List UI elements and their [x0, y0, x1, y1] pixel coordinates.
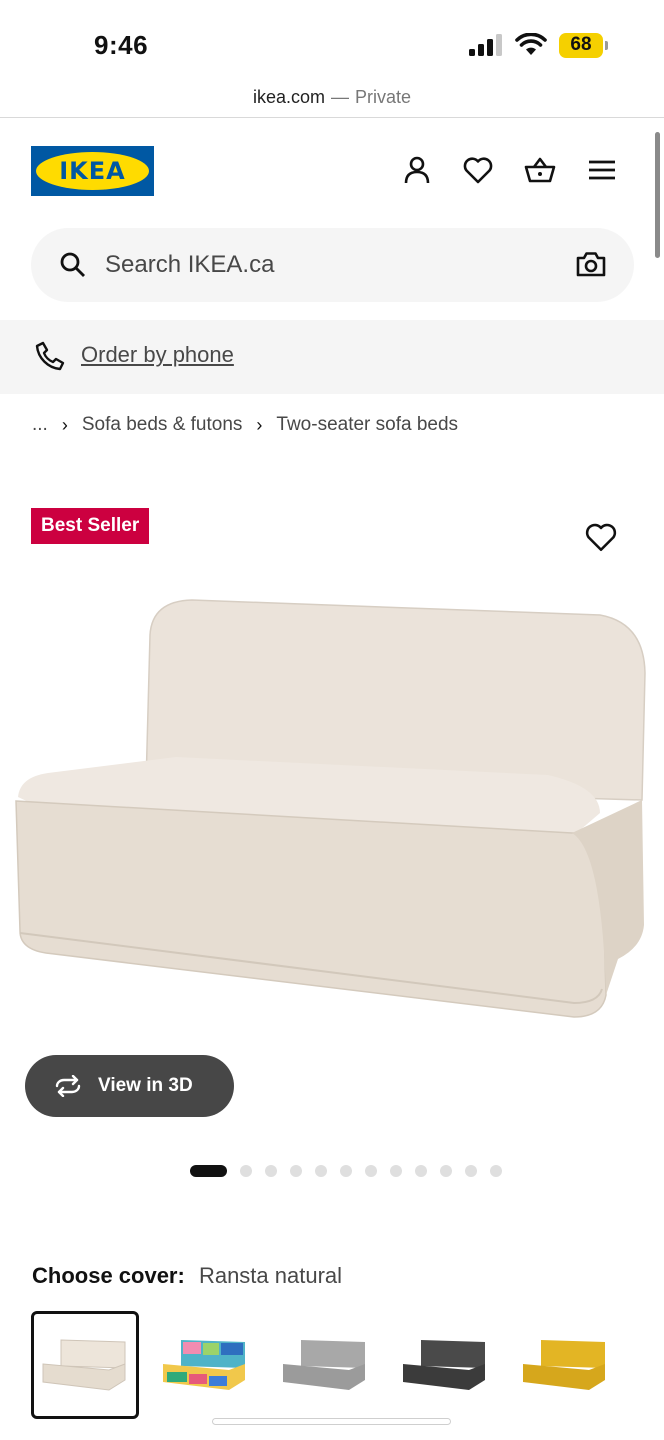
cover-selector-heading: Choose cover: Ransta natural	[32, 1263, 342, 1289]
breadcrumb-two-seater[interactable]: Two-seater sofa beds	[276, 414, 458, 436]
carousel-dot[interactable]	[290, 1165, 302, 1177]
logo-oval: IKEA	[36, 152, 149, 190]
cover-swatches	[31, 1311, 619, 1419]
carousel-dot[interactable]	[390, 1165, 402, 1177]
cover-swatch-multicolour[interactable]	[151, 1311, 259, 1419]
scrollbar[interactable]	[655, 132, 660, 258]
battery-level: 68	[559, 32, 603, 58]
order-by-phone-banner: Order by phone	[0, 320, 664, 394]
product-image[interactable]	[0, 575, 664, 1045]
view-in-3d-button[interactable]: View in 3D	[25, 1055, 234, 1117]
signal-icon	[469, 34, 502, 56]
image-carousel-dots[interactable]	[190, 1165, 502, 1177]
carousel-dot[interactable]	[490, 1165, 502, 1177]
status-bar: 9:46 68	[0, 0, 664, 78]
favourite-heart-icon[interactable]	[584, 521, 618, 553]
basket-icon[interactable]	[522, 152, 558, 188]
search-bar[interactable]	[31, 228, 634, 302]
cover-swatch-grey[interactable]	[271, 1311, 379, 1419]
sofa-thumbnail	[163, 1340, 245, 1390]
best-seller-badge: Best Seller	[31, 508, 150, 544]
battery-tip	[605, 40, 608, 50]
carousel-dot[interactable]	[315, 1165, 327, 1177]
heart-icon[interactable]	[460, 152, 496, 188]
camera-search-icon[interactable]	[576, 250, 606, 278]
search-input[interactable]	[105, 244, 545, 286]
sofa-thumbnail	[523, 1340, 605, 1390]
home-indicator[interactable]	[212, 1418, 451, 1425]
url-domain: ikea.com	[252, 87, 325, 107]
cover-swatch-ransta-natural[interactable]	[31, 1311, 139, 1419]
cover-swatch-dark-grey[interactable]	[391, 1311, 499, 1419]
carousel-dot[interactable]	[340, 1165, 352, 1177]
sofa-thumbnail	[42, 1339, 126, 1391]
carousel-dot[interactable]	[190, 1165, 227, 1177]
status-icons: 68	[469, 30, 608, 60]
logo-text: IKEA	[59, 157, 126, 185]
chevron-right-icon: ›	[256, 414, 263, 435]
battery-indicator: 68	[559, 32, 608, 58]
account-icon[interactable]	[399, 152, 435, 188]
sofa-thumbnail	[283, 1340, 365, 1390]
carousel-dot[interactable]	[465, 1165, 477, 1177]
carousel-dot[interactable]	[240, 1165, 252, 1177]
cover-swatch-yellow[interactable]	[511, 1311, 619, 1419]
phone-icon	[35, 341, 65, 371]
ikea-logo[interactable]: IKEA	[31, 146, 154, 196]
carousel-dot[interactable]	[365, 1165, 377, 1177]
chevron-right-icon: ›	[61, 414, 68, 435]
carousel-dot[interactable]	[415, 1165, 427, 1177]
sofa-thumbnail	[403, 1340, 485, 1390]
url-separator: —	[331, 87, 349, 107]
menu-icon[interactable]	[584, 152, 620, 188]
private-mode-label: Private	[355, 87, 412, 107]
carousel-dot[interactable]	[265, 1165, 277, 1177]
wifi-icon	[515, 33, 547, 55]
url-bar[interactable]: ikea.com — Private	[0, 78, 664, 118]
site-header: IKEA	[0, 119, 664, 229]
breadcrumb-ellipsis[interactable]: ...	[32, 414, 48, 436]
choose-cover-label: Choose cover:	[32, 1263, 185, 1288]
carousel-dot[interactable]	[440, 1165, 452, 1177]
view-in-3d-label: View in 3D	[98, 1075, 193, 1096]
status-time: 9:46	[94, 30, 149, 60]
breadcrumb: ... › Sofa beds & futons › Two-seater so…	[32, 414, 458, 436]
rotate-3d-icon	[55, 1075, 81, 1097]
choose-cover-value: Ransta natural	[198, 1263, 343, 1288]
breadcrumb-sofa-beds[interactable]: Sofa beds & futons	[82, 414, 243, 436]
order-by-phone-link[interactable]: Order by phone	[81, 342, 234, 368]
search-icon	[60, 252, 85, 277]
